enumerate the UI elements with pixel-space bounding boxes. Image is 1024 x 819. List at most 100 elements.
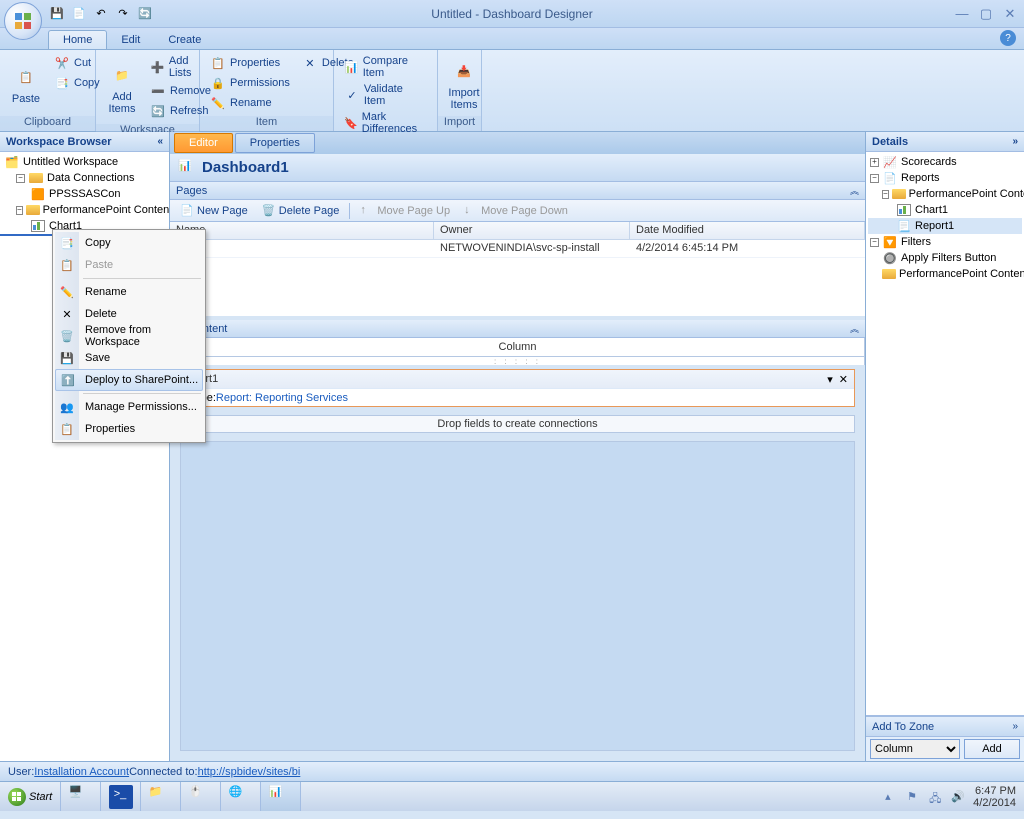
start-button[interactable]: Start — [0, 782, 61, 811]
connection-link[interactable]: http://spbidev/sites/bi — [198, 766, 301, 778]
tree-filters[interactable]: −🔽Filters — [868, 234, 1022, 250]
editor-tabs: Editor Properties — [170, 132, 865, 154]
report-dropdown-icon[interactable]: ▾ — [827, 373, 833, 386]
tree-reports[interactable]: −📄Reports — [868, 170, 1022, 186]
redo-icon[interactable]: ↷ — [114, 5, 132, 23]
save-icon[interactable]: 💾 — [48, 5, 66, 23]
cm-remove-workspace[interactable]: 🗑️Remove from Workspace — [55, 325, 203, 347]
collapse-section-icon[interactable]: ︽ — [850, 322, 859, 335]
collapse-section-icon[interactable]: ︽ — [850, 184, 859, 197]
task-app[interactable]: 🖱️ — [181, 782, 221, 811]
remove-icon: 🗑️ — [59, 328, 75, 344]
task-server-manager[interactable]: 🖥️ — [61, 782, 101, 811]
cm-manage-permissions[interactable]: 👥Manage Permissions... — [55, 396, 203, 418]
dashboard-canvas[interactable] — [180, 441, 855, 751]
show-hidden-icon[interactable]: ▴ — [885, 790, 899, 804]
tree-ppsssascon[interactable]: 🟧PPSSSASCon — [2, 186, 167, 202]
tree-pp-content[interactable]: −PerformancePoint Content — [868, 186, 1022, 202]
add-button[interactable]: Add — [964, 739, 1020, 759]
collapse-addzone-icon[interactable]: » — [1012, 721, 1018, 732]
cm-properties[interactable]: 📋Properties — [55, 418, 203, 440]
cm-delete[interactable]: ✕Delete — [55, 303, 203, 325]
tab-edit[interactable]: Edit — [107, 31, 154, 49]
quick-access-toolbar: 💾 📄 ↶ ↷ 🔄 — [48, 5, 154, 23]
user-link[interactable]: Installation Account — [34, 766, 129, 778]
office-button[interactable] — [4, 2, 42, 40]
move-page-down-button: ↓Move Page Down — [458, 201, 574, 221]
compare-icon: 📊 — [344, 59, 359, 75]
col-name[interactable]: Name — [170, 222, 434, 239]
cm-copy[interactable]: 📑Copy — [55, 232, 203, 254]
minimize-icon[interactable]: — — [954, 6, 970, 22]
editor-tab[interactable]: Editor — [174, 133, 233, 153]
task-explorer[interactable]: 📁 — [141, 782, 181, 811]
new-page-button[interactable]: 📄New Page — [174, 201, 254, 221]
folder-icon — [26, 203, 40, 217]
refresh-icon[interactable]: 🔄 — [136, 5, 154, 23]
cm-rename[interactable]: ✏️Rename — [55, 281, 203, 303]
undo-icon[interactable]: ↶ — [92, 5, 110, 23]
expand-toggle-icon[interactable]: + — [870, 158, 879, 167]
rename-icon: ✏️ — [59, 284, 75, 300]
tree-scorecards[interactable]: +📈Scorecards — [868, 154, 1022, 170]
tree-data-connections[interactable]: −Data Connections — [2, 170, 167, 186]
task-ie[interactable]: 🌐 — [221, 782, 261, 811]
compare-button[interactable]: 📊Compare Item — [340, 53, 431, 81]
clock[interactable]: 6:47 PM 4/2/2014 — [973, 785, 1016, 809]
collapse-toggle-icon[interactable]: − — [882, 190, 889, 199]
drag-handle[interactable]: : : : : : — [170, 357, 865, 365]
properties-tab[interactable]: Properties — [235, 133, 315, 153]
delete-page-button[interactable]: 🗑️Delete Page — [256, 201, 346, 221]
context-menu: 📑Copy 📋Paste ✏️Rename ✕Delete 🗑️Remove f… — [52, 229, 206, 443]
mark-diff-icon: 🔖 — [344, 115, 358, 131]
col-date[interactable]: Date Modified — [630, 222, 865, 239]
tree-chart1[interactable]: Chart1 — [868, 202, 1022, 218]
task-dashboard-designer[interactable]: 📊 — [261, 782, 301, 811]
tree-root[interactable]: 🗂️Untitled Workspace — [2, 154, 167, 170]
collapse-right-icon[interactable]: » — [1012, 136, 1018, 147]
permissions-button[interactable]: 🔒Permissions — [206, 73, 294, 93]
network-icon[interactable]: 🖧 — [929, 790, 943, 804]
flag-icon[interactable]: ⚑ — [907, 790, 921, 804]
collapse-toggle-icon[interactable]: − — [16, 206, 23, 215]
close-icon[interactable]: ✕ — [1002, 6, 1018, 22]
add-items-button[interactable]: 📁 Add Items — [100, 52, 144, 122]
delete-icon: ✕ — [302, 55, 318, 71]
help-icon[interactable]: ? — [1000, 30, 1016, 46]
import-items-button[interactable]: 📥 Import Items — [442, 52, 486, 114]
maximize-icon[interactable]: ▢ — [978, 6, 994, 22]
cm-save[interactable]: 💾Save — [55, 347, 203, 369]
tree-report1[interactable]: 📃Report1 — [868, 218, 1022, 234]
properties-button[interactable]: 📋Properties — [206, 53, 294, 73]
collapse-left-icon[interactable]: « — [157, 136, 163, 147]
collapse-toggle-icon[interactable]: − — [16, 174, 25, 183]
report-close-icon[interactable]: ✕ — [839, 373, 848, 386]
report-type-link[interactable]: Report: Reporting Services — [216, 392, 348, 404]
zone-select[interactable]: Column — [870, 739, 960, 759]
pages-toolbar: 📄New Page 🗑️Delete Page ↑Move Page Up ↓M… — [170, 200, 865, 222]
rename-button[interactable]: ✏️Rename — [206, 93, 294, 113]
collapse-toggle-icon[interactable]: − — [870, 174, 879, 183]
scorecard-icon: 📈 — [882, 155, 898, 169]
workspace-icon: 🗂️ — [4, 155, 20, 169]
tab-create[interactable]: Create — [154, 31, 215, 49]
paste-button[interactable]: 📋 Paste — [4, 52, 48, 114]
tree-pp-content-2[interactable]: PerformancePoint Content — [868, 266, 1022, 282]
col-owner[interactable]: Owner — [434, 222, 630, 239]
tree-apply-filters[interactable]: 🔘Apply Filters Button — [868, 250, 1022, 266]
tree-pp-content[interactable]: −PerformancePoint Content — [2, 202, 167, 218]
add-lists-icon: ➕ — [150, 59, 165, 75]
table-row[interactable]: e 1 NETWOVENINDIA\svc-sp-install 4/2/201… — [170, 240, 865, 258]
tab-home[interactable]: Home — [48, 30, 107, 49]
group-clipboard: Clipboard — [0, 116, 95, 131]
cm-deploy-sharepoint[interactable]: ⬆️Deploy to SharePoint... — [55, 369, 203, 391]
move-down-icon: ↓ — [464, 204, 478, 218]
task-powershell[interactable]: >_ — [101, 782, 141, 811]
folder-icon — [892, 187, 906, 201]
sound-icon[interactable]: 🔊 — [951, 790, 965, 804]
collapse-toggle-icon[interactable]: − — [870, 238, 879, 247]
details-header: Details » — [866, 132, 1024, 152]
save-all-icon[interactable]: 📄 — [70, 5, 88, 23]
drop-fields-zone[interactable]: Drop fields to create connections — [180, 415, 855, 433]
validate-button[interactable]: ✓Validate Item — [340, 81, 431, 109]
